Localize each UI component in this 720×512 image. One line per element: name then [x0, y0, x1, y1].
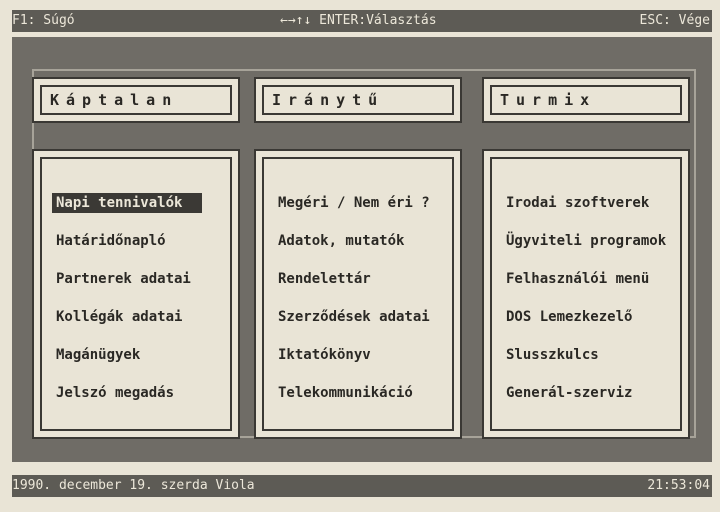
menu-item-slusszkulcs[interactable]: Slusszkulcs	[502, 345, 603, 365]
help-hint[interactable]: F1: Súgó	[12, 10, 75, 32]
menu-box-inner: Napi tennivalók Határidőnapló Partnerek …	[40, 157, 232, 431]
navigation-hint: ←→↑↓ ENTER:Választás	[280, 13, 437, 28]
bottom-status-bar: 1990. december 19. szerda Viola 21:53:04	[12, 475, 712, 497]
menu-item-irodai-szoftverek[interactable]: Irodai szoftverek	[502, 193, 653, 213]
menu-box-inner: Megéri / Nem éri ? Adatok, mutatók Rende…	[262, 157, 454, 431]
column-header-kaptalan[interactable]: Káptalan	[32, 77, 240, 123]
menu-item-dos-lemezkezelo[interactable]: DOS Lemezkezelő	[502, 307, 636, 327]
menu-item-megeri-nem-eri[interactable]: Megéri / Nem éri ?	[274, 193, 434, 213]
column-title: Káptalan	[40, 85, 232, 115]
menu-item-maganugyek[interactable]: Magánügyek	[52, 345, 144, 365]
main-menu-panel: Káptalan Napi tennivalók Határidőnapló P…	[12, 37, 712, 462]
menu-item-kollegak-adatai[interactable]: Kollégák adatai	[52, 307, 186, 327]
menu-box-kaptalan: Napi tennivalók Határidőnapló Partnerek …	[32, 149, 240, 439]
menu-item-szerzodesek-adatai[interactable]: Szerződések adatai	[274, 307, 434, 327]
menu-item-napi-tennivalok[interactable]: Napi tennivalók	[52, 193, 203, 213]
date-user-info: 1990. december 19. szerda Viola	[12, 478, 255, 493]
column-header-iranytu[interactable]: Iránytű	[254, 77, 462, 123]
column-title: Turmix	[490, 85, 682, 115]
clock: 21:53:04	[647, 478, 710, 493]
menu-item-partnerek-adatai[interactable]: Partnerek adatai	[52, 269, 195, 289]
menu-box-iranytu: Megéri / Nem éri ? Adatok, mutatók Rende…	[254, 149, 462, 439]
menu-item-rendelettar[interactable]: Rendelettár	[274, 269, 375, 289]
menu-item-adatok-mutatok[interactable]: Adatok, mutatók	[274, 231, 408, 251]
menu-item-telekommunikacio[interactable]: Telekommunikáció	[274, 383, 417, 403]
menu-box-inner: Irodai szoftverek Ügyviteli programok Fe…	[490, 157, 682, 431]
exit-hint[interactable]: ESC: Vége	[640, 10, 710, 32]
column-title: Iránytű	[262, 85, 454, 115]
menu-item-ugyviteli-programok[interactable]: Ügyviteli programok	[502, 231, 670, 251]
menu-item-general-szerviz[interactable]: Generál-szerviz	[502, 383, 636, 403]
menu-item-hataridonaplo[interactable]: Határidőnapló	[52, 231, 170, 251]
menu-item-jelszo-megadas[interactable]: Jelszó megadás	[52, 383, 178, 403]
column-header-turmix[interactable]: Turmix	[482, 77, 690, 123]
menu-box-turmix: Irodai szoftverek Ügyviteli programok Fe…	[482, 149, 690, 439]
menu-item-felhasznaloi-menu[interactable]: Felhasználói menü	[502, 269, 653, 289]
menu-item-iktatokonyv[interactable]: Iktatókönyv	[274, 345, 375, 365]
top-status-bar: F1: Súgó ←→↑↓ ENTER:Választás ESC: Vége	[12, 10, 712, 32]
